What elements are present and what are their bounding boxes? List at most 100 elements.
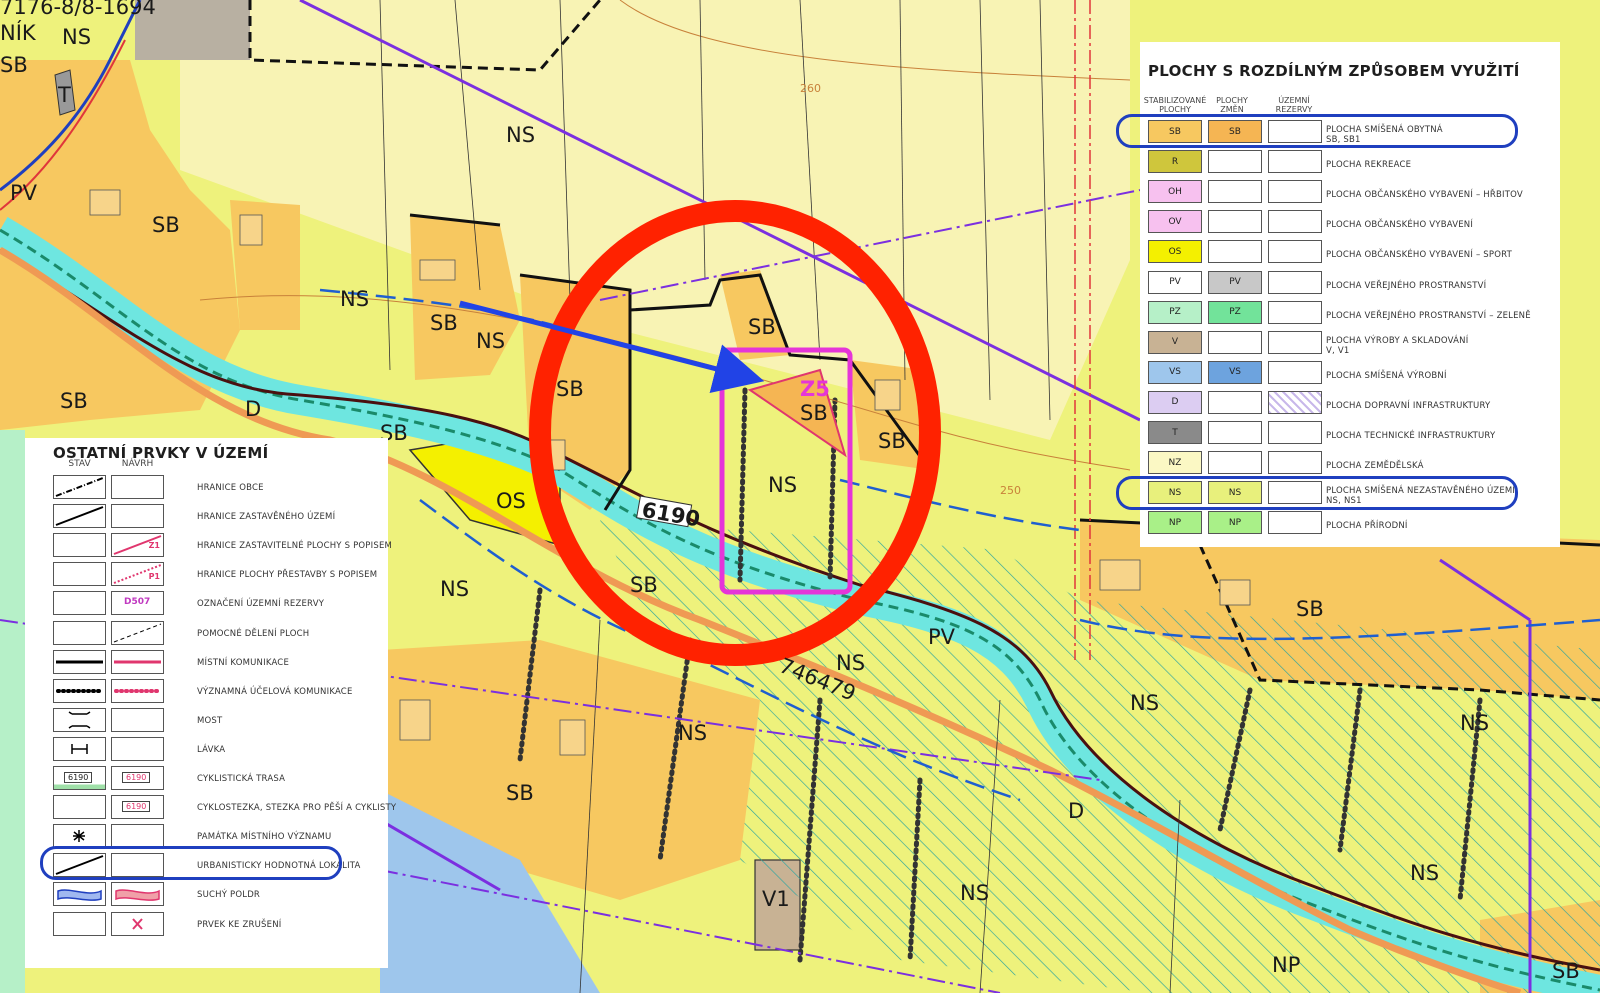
map-label-os: OS xyxy=(496,489,526,513)
legend-label: VÝZNAMNÁ ÚČELOVÁ KOMUNIKACE xyxy=(197,686,353,697)
swatch-plan: P1 xyxy=(111,562,164,587)
swatch-state xyxy=(53,795,106,820)
swatch-change: PZ xyxy=(1208,300,1262,324)
map-label-t: T xyxy=(57,83,71,107)
symbol-state xyxy=(54,534,105,556)
legend-label-text: PLOCHA VEŘEJNÉHO PROSTRANSTVÍ xyxy=(1326,280,1487,291)
legend-row: OH PLOCHA OBČANSKÉHO VYBAVENÍ – HŘBITOV xyxy=(1140,177,1560,205)
swatch-plan: 6190 xyxy=(111,795,164,820)
swatch-stable: V xyxy=(1148,330,1202,354)
swatch-state xyxy=(53,882,106,907)
swatch-state xyxy=(53,533,106,558)
legend-label-text: PLOCHA SMÍŠENÁ VÝROBNÍ xyxy=(1326,370,1447,381)
map-label-d: D xyxy=(245,397,261,421)
symbol-state xyxy=(56,688,104,693)
symbol-plan xyxy=(112,709,163,731)
legend-row: 6190 6190 CYKLISTICKÁ TRASA xyxy=(25,763,388,792)
swatch-plan xyxy=(111,824,164,849)
map-label-sheet: 7176-8/8-1694 xyxy=(0,0,156,19)
swatch-stable: NZ xyxy=(1148,451,1202,475)
symbol-plan xyxy=(114,660,161,664)
legend-label: PLOCHA SMÍŠENÁ VÝROBNÍ xyxy=(1326,371,1447,381)
contour-label: 250 xyxy=(1000,484,1021,497)
legend-label: PLOCHA REKREACE xyxy=(1326,160,1411,170)
swatch-state xyxy=(53,620,106,645)
swatch-change xyxy=(1208,421,1262,444)
map-label-sb: SB xyxy=(1552,959,1580,983)
swatch-state xyxy=(53,504,106,529)
swatch-plan xyxy=(111,649,164,674)
legend-row: P1 HRANICE PLOCHY PŘESTAVBY S POPISEM xyxy=(25,559,388,588)
legend-row: PV PV PLOCHA VEŘEJNÉHO PROSTRANSTVÍ xyxy=(1140,268,1560,296)
legend-label-text: PLOCHA PŘÍRODNÍ xyxy=(1326,521,1408,532)
symbol-state xyxy=(73,830,85,843)
swatch-state xyxy=(53,678,106,703)
legend-row: SUCHÝ POLDR xyxy=(25,879,388,908)
symbol-state xyxy=(55,506,104,527)
map-label-sb: SB xyxy=(630,573,658,597)
legend-row: POMOCNÉ DĚLENÍ PLOCH xyxy=(25,618,388,647)
legend-row: 6190 CYKLOSTEZKA, STEZKA PRO PĚŠÍ A CYKLI… xyxy=(25,792,396,821)
boundary-code: P1 xyxy=(148,572,160,582)
swatch-stable: D xyxy=(1148,390,1202,414)
legend-label: PLOCHA ZEMĚDĚLSKÁ xyxy=(1326,461,1424,471)
legend-title: PLOCHY S ROZDÍLNÝM ZPŮSOBEM VYUŽITÍ xyxy=(1148,62,1520,80)
legend-label: LÁVKA xyxy=(197,744,226,755)
swatch-stable: OS xyxy=(1148,240,1202,264)
legend-label: PLOCHA PŘÍRODNÍ xyxy=(1326,521,1408,531)
swatch-change xyxy=(1208,240,1262,264)
legend-label-text: PLOCHA DOPRAVNÍ INFRASTRUKTURY xyxy=(1326,400,1491,411)
swatch-stable: PV xyxy=(1148,270,1202,294)
legend-row: VÝZNAMNÁ ÚČELOVÁ KOMUNIKACE xyxy=(25,676,388,705)
swatch-change xyxy=(1208,330,1262,354)
swatch-reserve xyxy=(1268,150,1322,174)
swatch-stable: PZ xyxy=(1148,300,1202,324)
symbol-state xyxy=(54,622,105,644)
legend-label-text: PLOCHA OBČANSKÉHO VYBAVENÍ xyxy=(1326,220,1474,231)
legend-row: NP NP PLOCHA PŘÍRODNÍ xyxy=(1140,508,1560,536)
legend-row: PRVEK KE ZRUŠENÍ xyxy=(25,909,388,938)
map-label-pv: PV xyxy=(10,181,38,205)
swatch-reserve xyxy=(1268,451,1322,475)
map-label-sb: SB xyxy=(556,377,584,401)
symbol-state xyxy=(55,477,104,497)
swatch-change: PV xyxy=(1208,270,1262,294)
map-label-sb: SB xyxy=(0,53,28,77)
map-view[interactable]: 7176-8/8-1694 NÍK NS SB T PV SB NS NS SB… xyxy=(0,0,1600,993)
legend-row: PZ PZ PLOCHA VEŘEJNÉHO PROSTRANSTVÍ – ZELE… xyxy=(1140,298,1560,326)
map-label-ns: NS xyxy=(960,881,989,905)
swatch-reserve xyxy=(1268,421,1322,444)
map-label-sb: SB xyxy=(1296,597,1324,621)
swatch-change xyxy=(1208,210,1262,234)
green-strip xyxy=(0,430,25,993)
legend-row: HRANICE OBCE xyxy=(25,472,388,501)
map-label-ns: NS xyxy=(340,287,369,311)
map-label-ns: NS xyxy=(440,577,469,601)
highlight-ns-row xyxy=(1116,476,1518,510)
legend-label: PLOCHA VÝROBY A SKLADOVÁNÍ V, V1 xyxy=(1326,336,1468,356)
map-label-d: D xyxy=(1068,799,1084,823)
swatch-state xyxy=(53,475,106,499)
legend-label-text: PLOCHA REKREACE xyxy=(1326,160,1412,171)
legend-row: T PLOCHA TECHNICKÉ INFRASTRUKTURY xyxy=(1140,418,1560,446)
legend-label: PLOCHA VEŘEJNÉHO PROSTRANSTVÍ xyxy=(1326,281,1486,291)
swatch-change: VS xyxy=(1208,360,1262,384)
legend-row: MÍSTNÍ KOMUNIKACE xyxy=(25,647,388,676)
symbol-state xyxy=(71,743,88,754)
symbol-state xyxy=(56,660,103,664)
swatch-state: 6190 xyxy=(53,766,106,790)
legend-label-text: PLOCHA OBČANSKÉHO VYBAVENÍ – SPORT xyxy=(1326,250,1513,261)
map-label-ns: NS xyxy=(476,329,505,353)
legend-label: PLOCHA OBČANSKÉHO VYBAVENÍ xyxy=(1326,220,1473,230)
map-label-z5: Z5 xyxy=(800,377,830,401)
legend-row: NZ PLOCHA ZEMĚDĚLSKÁ xyxy=(1140,448,1560,476)
symbol-plan xyxy=(115,889,160,902)
swatch-plan xyxy=(111,504,164,529)
swatch-plan xyxy=(111,678,164,703)
boundary-code: Z1 xyxy=(148,541,160,551)
swatch-stable: R xyxy=(1148,150,1202,174)
swatch-stable: OV xyxy=(1148,210,1202,234)
map-label-ns: NS xyxy=(62,25,91,49)
legend-sub-text: V, V1 xyxy=(1326,345,1350,356)
legend-label-text: PLOCHA VÝROBY A SKLADOVÁNÍ xyxy=(1326,335,1469,346)
